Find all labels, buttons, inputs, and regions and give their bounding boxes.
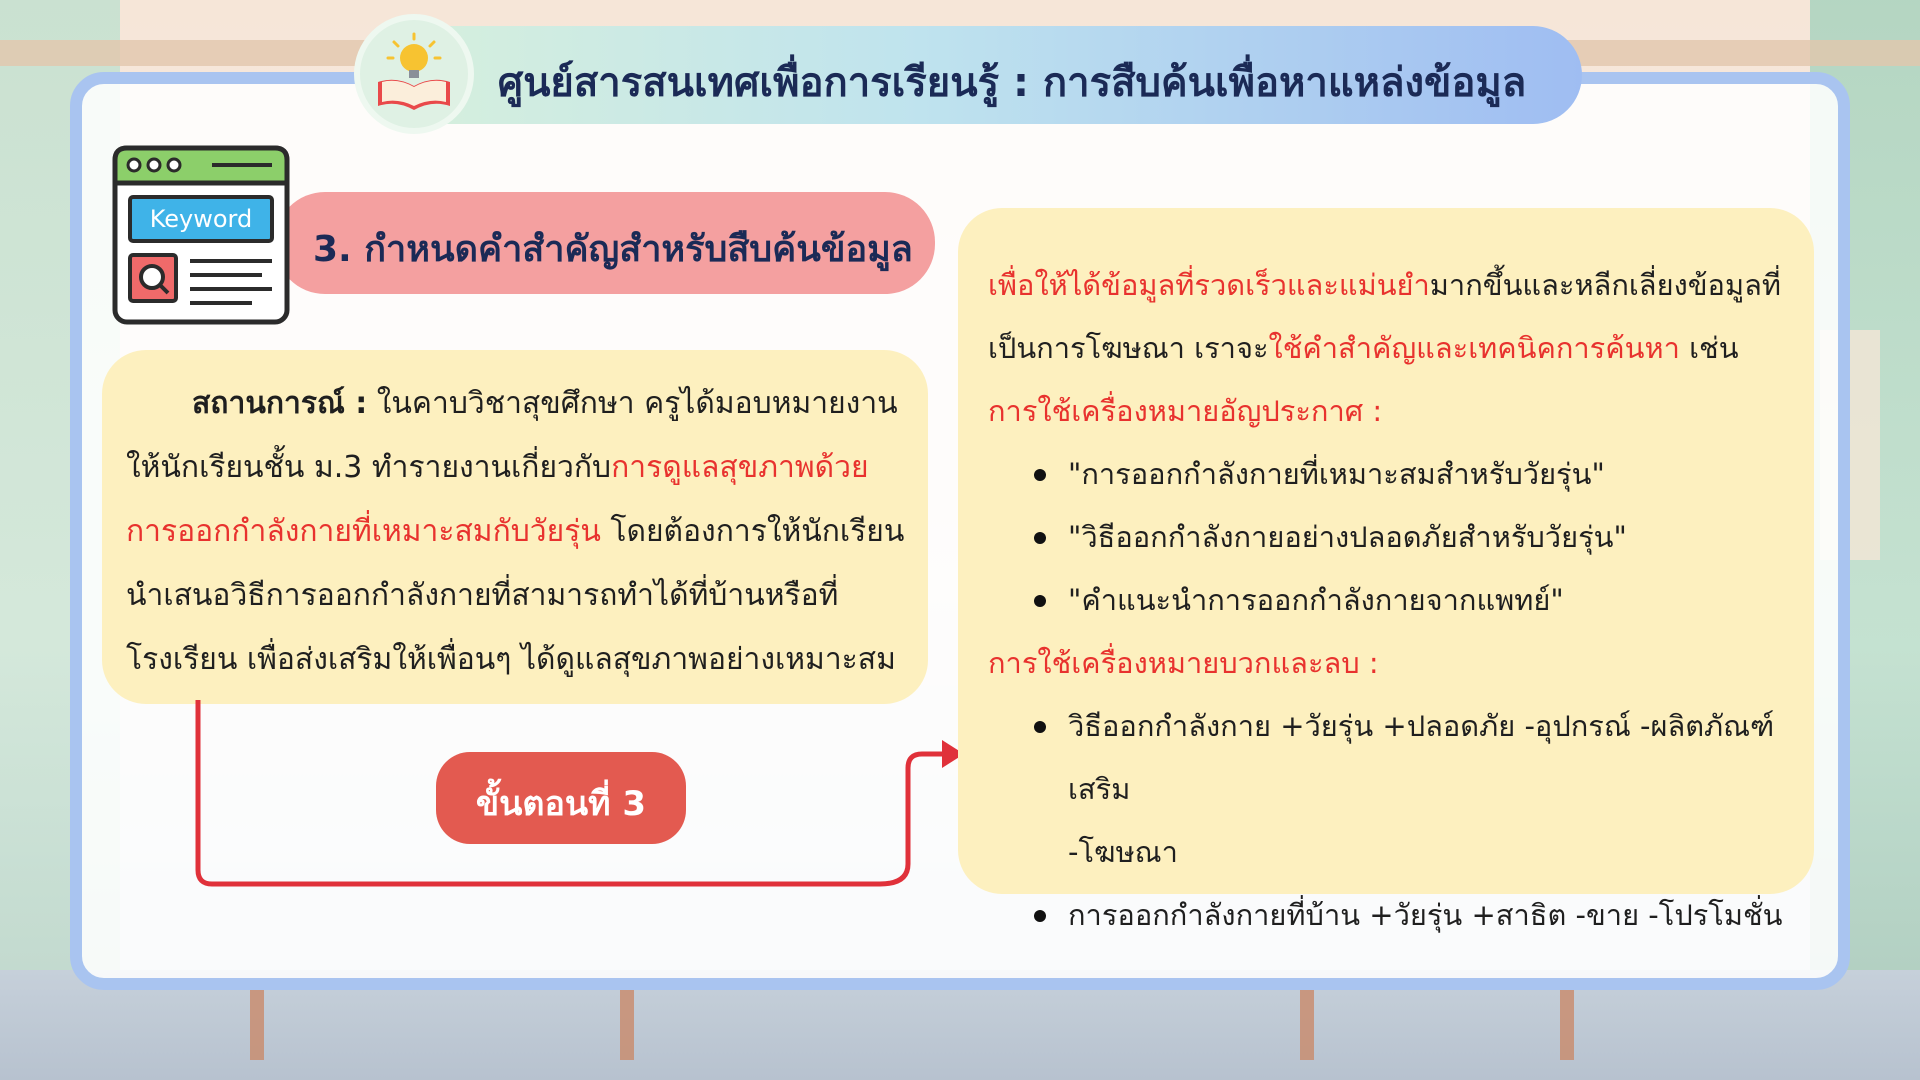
plusminus-item-line: วิธีออกกำลังกาย +วัยรุ่น +ปลอดภัย -อุปกร…: [1068, 709, 1775, 806]
quote-list-item: "คำแนะนำการออกกำลังกายจากแพทย์": [988, 569, 1804, 632]
open-book-lightbulb-icon: [354, 14, 474, 134]
situation-box: สถานการณ์ : ในคาบวิชาสุขศึกษา ครูได้มอบห…: [102, 350, 928, 704]
info-box: เพื่อให้ได้ข้อมูลที่รวดเร็วและแม่นยำมากข…: [958, 208, 1814, 932]
quote-list-item: "วิธีออกกำลังกายอย่างปลอดภัยสำหรับวัยรุ่…: [988, 506, 1804, 569]
keyword-icon-text: Keyword: [150, 205, 253, 233]
info-text: เพื่อให้ได้ข้อมูลที่รวดเร็วและแม่นยำมากข…: [988, 254, 1804, 947]
plusminus-heading: การใช้เครื่องหมายบวกและลบ :: [988, 646, 1379, 680]
plusminus-list-item: วิธีออกกำลังกาย +วัยรุ่น +ปลอดภัย -อุปกร…: [988, 695, 1804, 884]
plusminus-item-line: -โฆษณา: [1068, 835, 1178, 869]
background-table-leg: [620, 980, 634, 1060]
page-title: ศูนย์สารสนเทศเพื่อการเรียนรู้ : การสืบค้…: [497, 60, 1527, 106]
step-badge: ขั้นตอนที่ 3: [436, 752, 686, 844]
title-banner: ศูนย์สารสนเทศเพื่อการเรียนรู้ : การสืบค้…: [382, 26, 1582, 124]
background-table-leg: [1560, 980, 1574, 1060]
plusminus-list: วิธีออกกำลังกาย +วัยรุ่น +ปลอดภัย -อุปกร…: [988, 695, 1804, 947]
background-table-leg: [1300, 980, 1314, 1060]
info-intro-text-2: เช่น: [1679, 331, 1739, 365]
keyword-search-window-icon: Keyword: [112, 145, 290, 329]
quote-list-item: "การออกกำลังกายที่เหมาะสมสำหรับวัยรุ่น": [988, 443, 1804, 506]
background-table-leg: [250, 980, 264, 1060]
info-intro-highlight-1: เพื่อให้ได้ข้อมูลที่รวดเร็วและแม่นยำ: [988, 268, 1430, 302]
info-intro-highlight-2: ใช้คำสำคัญและเทคนิคการค้นหา: [1268, 331, 1680, 365]
situation-text: สถานการณ์ : ในคาบวิชาสุขศึกษา ครูได้มอบห…: [126, 372, 916, 692]
quote-list: "การออกกำลังกายที่เหมาะสมสำหรับวัยรุ่น" …: [988, 443, 1804, 632]
step-badge-label: ขั้นตอนที่ 3: [475, 784, 647, 824]
plusminus-list-item: การออกกำลังกายที่บ้าน +วัยรุ่น +สาธิต -ข…: [988, 884, 1804, 947]
situation-label: สถานการณ์ :: [192, 386, 368, 421]
step-header: 3. กำหนดคำสำคัญสำหรับสืบค้นข้อมูล: [275, 192, 935, 294]
step-header-label: 3. กำหนดคำสำคัญสำหรับสืบค้นข้อมูล: [313, 229, 913, 270]
quote-heading: การใช้เครื่องหมายอัญประกาศ :: [988, 394, 1383, 428]
info-intro: เพื่อให้ได้ข้อมูลที่รวดเร็วและแม่นยำมากข…: [988, 254, 1804, 380]
